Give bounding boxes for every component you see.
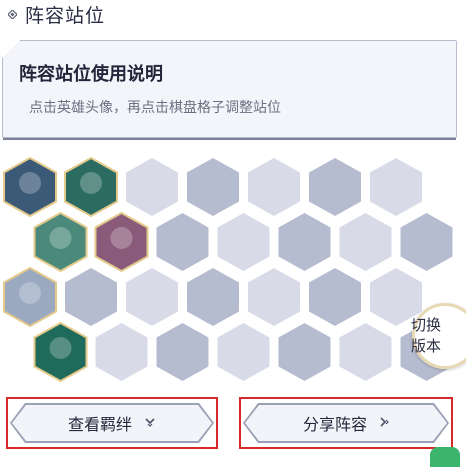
board-hex-cell[interactable] — [278, 213, 331, 271]
board-hex-cell[interactable] — [217, 213, 270, 271]
board-hex-cell[interactable] — [339, 213, 392, 271]
board-hex-cell[interactable] — [187, 268, 239, 326]
board-hex-cell[interactable] — [156, 213, 209, 271]
board-hex-cell[interactable] — [65, 268, 117, 326]
board-hex-cell[interactable] — [370, 158, 422, 216]
share-lineup-label: 分享阵容 — [302, 415, 367, 434]
champion-portrait-6-face — [49, 337, 72, 359]
chevron-down-icon — [144, 416, 156, 430]
view-traits-frame: 查看羁绊 — [6, 397, 218, 449]
champion-portrait-4-face — [110, 227, 133, 249]
board-hex-cell[interactable] — [95, 323, 148, 381]
info-title: 阵容站位使用说明 — [19, 64, 163, 85]
share-lineup-frame: 分享阵容 — [239, 397, 453, 449]
champion-portrait-5-face — [19, 282, 41, 304]
board-hex-cell[interactable] — [217, 323, 270, 381]
switch-version-label-1: 切换 — [411, 316, 442, 334]
board-hex-cell[interactable] — [248, 158, 300, 216]
section-header: 阵容站位 — [8, 0, 105, 28]
corner-badge-icon — [430, 447, 460, 467]
hex-grid — [3, 156, 453, 383]
champion-portrait-2-face — [80, 172, 102, 194]
board-hex-cell[interactable] — [309, 158, 361, 216]
champion-portrait-3-face — [49, 227, 72, 249]
switch-version-label-2: 版本 — [411, 337, 442, 355]
diamond-icon — [8, 9, 17, 19]
info-description: 点击英雄头像，再点击棋盘格子调整站位 — [29, 100, 281, 116]
chevron-right-icon — [379, 416, 389, 431]
share-lineup-button[interactable]: 分享阵容 — [245, 405, 447, 441]
board-hex-cell[interactable] — [126, 158, 178, 216]
board-hex-cell[interactable] — [156, 323, 209, 381]
view-traits-button[interactable]: 查看羁绊 — [12, 405, 212, 441]
usage-info-card: 阵容站位使用说明 点击英雄头像，再点击棋盘格子调整站位 — [2, 40, 457, 140]
page-title: 阵容站位 — [25, 4, 106, 27]
board-hex-cell[interactable] — [339, 323, 392, 381]
view-traits-label: 查看羁绊 — [67, 415, 132, 434]
board-hex-cell[interactable] — [309, 268, 361, 326]
board-hex-cell[interactable] — [187, 158, 239, 216]
board-hex-cell[interactable] — [126, 268, 178, 326]
board-hex-cell[interactable] — [278, 323, 331, 381]
board-hex-cell[interactable] — [400, 213, 453, 271]
board-hex-cell[interactable] — [248, 268, 300, 326]
lineup-board — [0, 150, 466, 390]
champion-portrait-1-face — [19, 172, 41, 194]
